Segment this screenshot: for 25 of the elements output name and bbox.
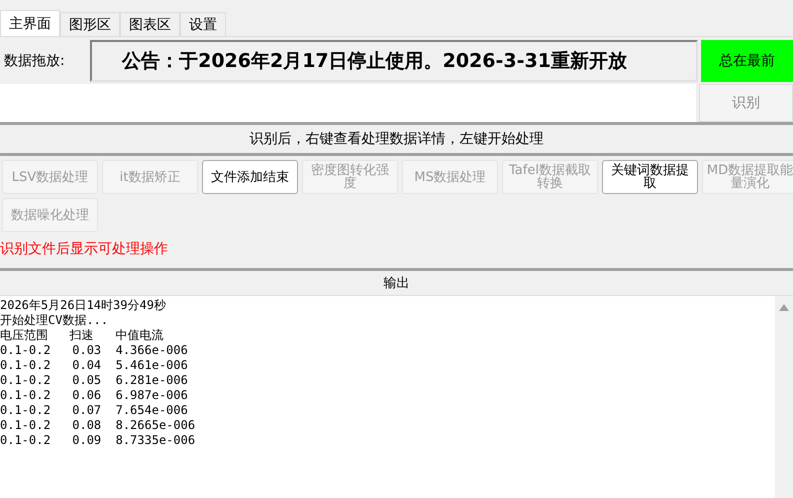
tab[interactable]: 图表区 [120, 12, 180, 36]
output-line: 0.1-0.2 0.03 4.366e-006 [0, 343, 189, 358]
tab[interactable]: 主界面 [0, 10, 60, 36]
action-button[interactable]: 关键词数据提取 [602, 160, 698, 194]
tab[interactable]: 图形区 [60, 12, 120, 36]
hint-text: 识别后，右键查看处理数据详情，左键开始处理 [0, 125, 793, 156]
output-line: 0.1-0.2 0.05 6.281e-006 [0, 373, 189, 388]
output-line: 电压范围 扫速 中值电流 [0, 328, 164, 343]
output-line: 0.1-0.2 0.08 8.2665e-006 [0, 418, 196, 433]
drop-field[interactable] [0, 84, 696, 122]
tab[interactable]: 设置 [180, 12, 226, 36]
output-line: 0.1-0.2 0.04 5.461e-006 [0, 358, 189, 373]
output-header: 输出 [382, 275, 410, 293]
drop-label: 数据拖放: [3, 52, 66, 71]
action-button[interactable]: 文件添加结束 [202, 160, 298, 194]
output-line: 0.1-0.2 0.06 6.987e-006 [0, 388, 189, 403]
notice-text: 识别文件后显示可处理操作 [0, 232, 793, 271]
output-line: 开始处理CV数据... [0, 313, 110, 328]
output-line: 0.1-0.2 0.07 7.654e-006 [0, 403, 189, 418]
announcement-banner: 公告：于2026年2月17日停止使用。2026-3-31重新开放 [90, 40, 698, 82]
always-on-top-button[interactable]: 总在最前 [700, 40, 793, 82]
scroll-up-icon[interactable] [779, 304, 789, 311]
scrollbar[interactable] [775, 296, 793, 498]
output-line: 0.1-0.2 0.09 8.7335e-006 [0, 433, 196, 448]
output-line: 2026年5月26日14时39分49秒 [0, 298, 167, 313]
